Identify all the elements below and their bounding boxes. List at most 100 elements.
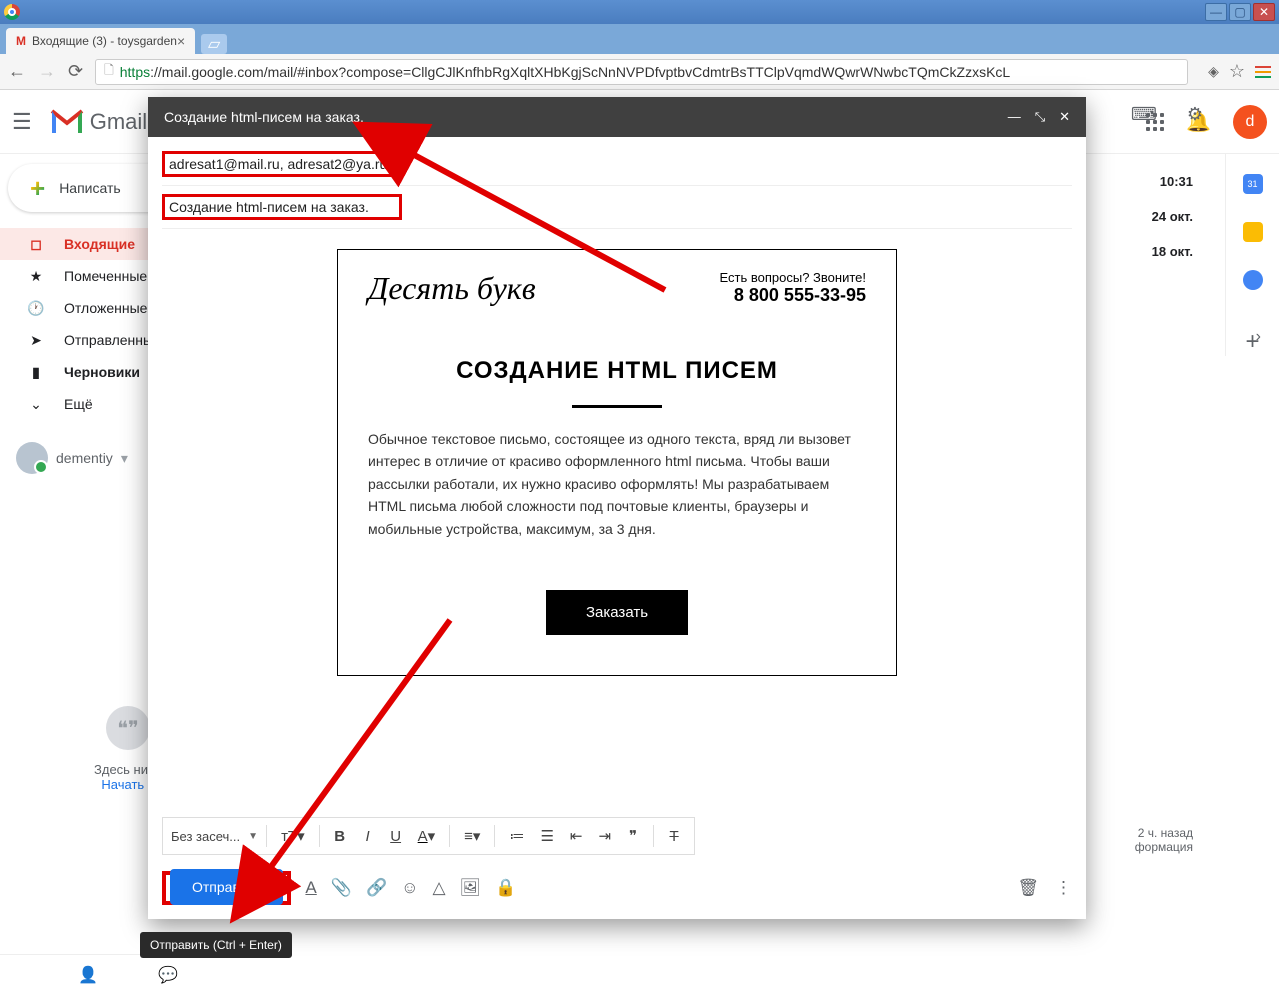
send-row: Отправить A 📎 🔗 ☺ △ 🖼 🔒 🗑 ⋮ [148,863,1086,919]
emoji-icon[interactable]: ☺ [401,878,418,898]
person-icon[interactable]: 👤 [78,965,98,985]
compose-label: Написать [59,180,120,196]
extension-icon[interactable]: ◈ [1208,63,1219,80]
browser-tab[interactable]: M Входящие (3) - toysgarden × [6,28,195,54]
browser-menu-icon[interactable] [1255,66,1271,78]
align-button[interactable]: ≡▾ [458,823,486,849]
tab-close-icon[interactable]: × [177,33,185,49]
bold-button[interactable]: B [328,824,352,849]
italic-button[interactable]: I [356,824,380,849]
back-icon[interactable]: ← [8,61,26,82]
keep-icon[interactable] [1243,222,1263,242]
tab-title: Входящие (3) - toysgarden [32,34,177,48]
window-close-button[interactable]: ✕ [1253,3,1275,21]
forward-icon: → [38,61,56,82]
subject-highlight: Создание html-писем на заказ. [162,194,402,220]
email-divider [572,405,662,408]
footer-time: 2 ч. назад [1135,826,1193,840]
plus-icon: + [30,173,45,204]
sidebar-label: Ещё [64,396,93,412]
nav-bar: ← → ⟳ 🗋 https://mail.google.com/mail/#in… [0,54,1279,90]
calendar-icon[interactable]: 31 [1243,174,1263,194]
quote-button[interactable]: ❞ [621,823,645,849]
hamburger-icon[interactable]: ☰ [12,109,32,135]
time-value: 10:31 [1152,174,1193,189]
gmail-logo[interactable]: Gmail [50,109,147,135]
input-icon[interactable]: ⌨ [1131,104,1157,125]
send-button[interactable]: Отправить [170,869,283,905]
sidebar-username: dementiy [56,450,113,466]
subject-field[interactable]: Создание html-писем на заказ. [162,186,1072,229]
gmail-text: Gmail [90,109,147,135]
sidebar-label: Входящие [64,236,135,252]
attach-icon[interactable]: 📎 [331,878,352,898]
email-heading: СОЗДАНИЕ HTML ПИСЕМ [368,357,866,385]
numbered-list-button[interactable]: ≔ [503,823,530,849]
time-value: 24 окт. [1152,209,1193,224]
window-minimize-button[interactable]: — [1205,3,1227,21]
compose-window: Создание html-писем на заказ. — ⤡ ✕ adre… [148,97,1086,919]
tab-strip: M Входящие (3) - toysgarden × ▱ [0,24,1279,54]
chevron-down-icon: ⌄ [26,396,46,413]
clear-format-button[interactable]: T [662,824,686,849]
chevron-down-icon: ▾ [121,450,128,467]
gmail-favicon: M [16,34,26,48]
discard-icon[interactable]: 🗑 [1017,878,1039,898]
contact-phone: 8 800 555-33-95 [720,285,866,306]
email-contact: Есть вопросы? Звоните! 8 800 555-33-95 [720,270,866,306]
star-icon: ★ [26,268,46,285]
font-size-button[interactable]: тТ▾ [275,823,311,849]
text-color-button[interactable]: A▾ [412,823,442,849]
gmail-m-icon [50,109,84,135]
new-tab-button[interactable]: ▱ [201,34,227,54]
hangouts-icon: ❝❞ [106,706,150,750]
right-rail: 31 + › [1225,154,1279,356]
email-brand: Десять букв [368,270,536,307]
tasks-icon[interactable] [1243,270,1263,290]
reload-icon[interactable]: ⟳ [68,61,83,82]
chat-icon[interactable]: 💬 [158,965,178,985]
url-bar[interactable]: 🗋 https://mail.google.com/mail/#inbox?co… [95,59,1188,85]
popout-icon[interactable]: ⤡ [1035,109,1045,125]
to-field[interactable]: adresat1@mail.ru, adresat2@ya.ru [162,143,1072,186]
window-maximize-button[interactable]: ▢ [1229,3,1251,21]
gear-icon[interactable]: ⚙ [1187,104,1203,125]
email-body-text: Обычное текстовое письмо, состоящее из о… [368,428,866,540]
minimize-icon[interactable]: — [1008,109,1021,125]
url-text: https://mail.google.com/mail/#inbox?comp… [120,64,1010,80]
indent-less-button[interactable]: ⇤ [564,823,589,849]
close-icon[interactable]: ✕ [1059,109,1070,125]
more-icon[interactable]: ⋮ [1055,878,1072,898]
chrome-icon [4,4,20,20]
clock-icon: 🕐 [26,300,46,317]
email-cta-button[interactable]: Заказать [546,590,688,635]
compose-title: Создание html-писем на заказ. [164,109,364,125]
hangouts-start-link[interactable]: Начать ч [101,777,154,792]
chevron-down-icon[interactable]: ▼ [248,831,258,842]
chevron-right-icon[interactable]: › [1256,328,1261,346]
image-icon[interactable]: 🖼 [460,878,482,898]
confidential-icon[interactable]: 🔒 [495,878,516,898]
avatar[interactable]: d [1233,105,1267,139]
formatting-icon[interactable]: A [305,878,316,898]
font-select[interactable]: Без засеч... [171,829,244,844]
link-icon[interactable]: 🔗 [366,878,387,898]
sidebar-label: Отложенные [64,300,147,316]
bookmark-icon[interactable]: ☆ [1229,61,1245,82]
time-value: 18 окт. [1152,244,1193,259]
underline-button[interactable]: U [384,824,408,849]
format-toolbar: Без засеч...▼ тТ▾ B I U A▾ ≡▾ ≔ ☰ ⇤ ⇥ ❞ … [162,817,695,855]
indent-more-button[interactable]: ⇥ [593,823,618,849]
send-tooltip: Отправить (Ctrl + Enter) [140,932,292,958]
footer-text: формация [1135,840,1193,854]
drive-icon[interactable]: △ [432,878,445,898]
inbox-icon: ◻ [26,236,46,253]
compose-body[interactable]: Десять букв Есть вопросы? Звоните! 8 800… [148,229,1086,817]
compose-header[interactable]: Создание html-писем на заказ. — ⤡ ✕ [148,97,1086,137]
email-times: 10:31 24 окт. 18 окт. [1152,174,1193,259]
bullet-list-button[interactable]: ☰ [534,823,559,849]
content-toolbar: ⌨ ⚙ [1131,104,1203,125]
sidebar-label: Отправленные [64,332,161,348]
sidebar-label: Черновики [64,364,140,380]
send-highlight: Отправить [162,871,291,905]
